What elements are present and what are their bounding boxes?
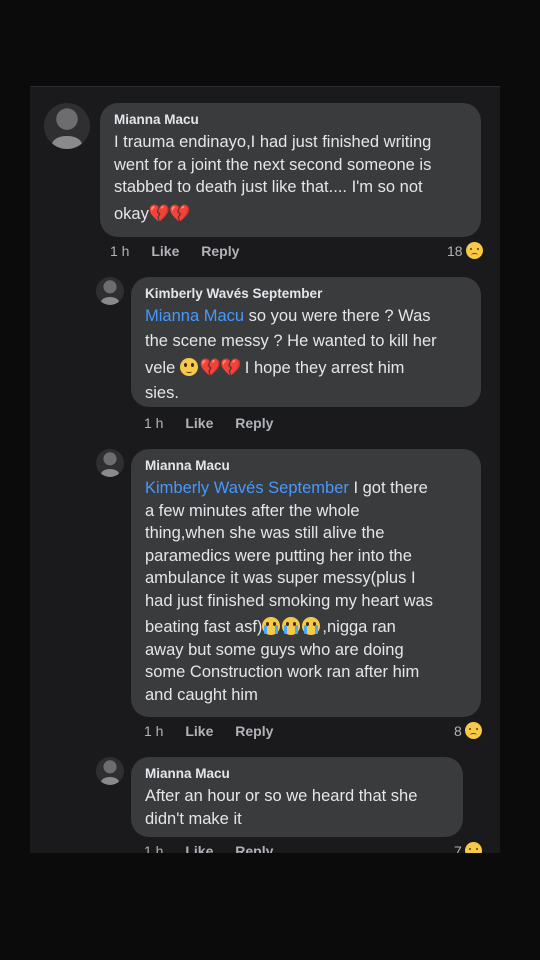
comment-actions: 1 h Like Reply <box>110 243 257 259</box>
reply-button[interactable]: Reply <box>235 723 273 739</box>
comment-author[interactable]: Mianna Macu <box>145 766 449 781</box>
avatar[interactable] <box>96 277 124 305</box>
crying-face-icon <box>262 617 281 635</box>
broken-heart-icon: 💔 <box>169 203 191 223</box>
comment-bubble: Mianna Macu I trauma endinayo,I had just… <box>100 103 481 237</box>
comment-time: 1 h <box>144 723 164 739</box>
crying-face-icon <box>302 617 321 635</box>
comment-actions: 1 h Like Reply <box>144 723 291 739</box>
like-button[interactable]: Like <box>151 243 179 259</box>
reaction-summary[interactable]: 7 <box>454 842 482 853</box>
comment: Mianna Macu I trauma endinayo,I had just… <box>30 87 500 267</box>
reply-button[interactable]: Reply <box>201 243 239 259</box>
comment-text: I trauma endinayo,I had just finished wr… <box>114 133 432 223</box>
sad-reaction-icon <box>465 242 483 259</box>
reaction-summary[interactable]: 8 <box>454 722 482 739</box>
comment-bubble: Mianna Macu After an hour or so we heard… <box>131 757 463 837</box>
like-button[interactable]: Like <box>185 723 213 739</box>
like-button[interactable]: Like <box>185 415 213 431</box>
broken-heart-icon: 💔 <box>199 358 222 377</box>
comment-time: 1 h <box>110 243 130 259</box>
comments-panel: Mianna Macu I trauma endinayo,I had just… <box>30 86 500 853</box>
comment-bubble: Mianna Macu Kimberly Wavés September I g… <box>131 449 481 717</box>
comment: Mianna Macu Kimberly Wavés September I g… <box>30 447 500 747</box>
avatar[interactable] <box>44 103 90 149</box>
comment-author[interactable]: Mianna Macu <box>114 112 467 127</box>
broken-heart-icon: 💔 <box>148 203 171 223</box>
like-button[interactable]: Like <box>185 843 213 853</box>
avatar[interactable] <box>96 757 124 785</box>
pleading-face-icon <box>179 358 198 376</box>
sad-reaction-icon <box>464 842 482 853</box>
mention-link[interactable]: Mianna Macu <box>145 307 244 325</box>
comment-actions: 1 h Like Reply <box>144 843 291 853</box>
reaction-count: 18 <box>447 242 463 259</box>
reaction-count: 8 <box>454 722 462 739</box>
reaction-count: 7 <box>454 842 462 854</box>
crying-face-icon <box>282 617 301 635</box>
comment-author[interactable]: Mianna Macu <box>145 458 467 473</box>
mention-link[interactable]: Kimberly Wavés September <box>145 479 349 497</box>
sad-reaction-icon <box>464 722 482 739</box>
comment-author[interactable]: Kimberly Wavés September <box>145 286 467 301</box>
broken-heart-icon: 💔 <box>220 358 242 377</box>
comment: Kimberly Wavés September Mianna Macu so … <box>30 273 500 443</box>
reply-button[interactable]: Reply <box>235 415 273 431</box>
comment: Mianna Macu After an hour or so we heard… <box>30 755 500 853</box>
comment-bubble: Kimberly Wavés September Mianna Macu so … <box>131 277 481 407</box>
comment-text: Kimberly Wavés September I got there a f… <box>145 479 433 704</box>
comment-time: 1 h <box>144 415 164 431</box>
reaction-summary[interactable]: 18 <box>447 242 483 259</box>
avatar[interactable] <box>96 449 124 477</box>
comment-text: After an hour or so we heard that she di… <box>145 787 418 828</box>
comment-actions: 1 h Like Reply <box>144 415 291 431</box>
comment-text: Mianna Macu so you were there ? Was the … <box>145 307 437 402</box>
reply-button[interactable]: Reply <box>235 843 273 853</box>
comment-time: 1 h <box>144 843 164 853</box>
